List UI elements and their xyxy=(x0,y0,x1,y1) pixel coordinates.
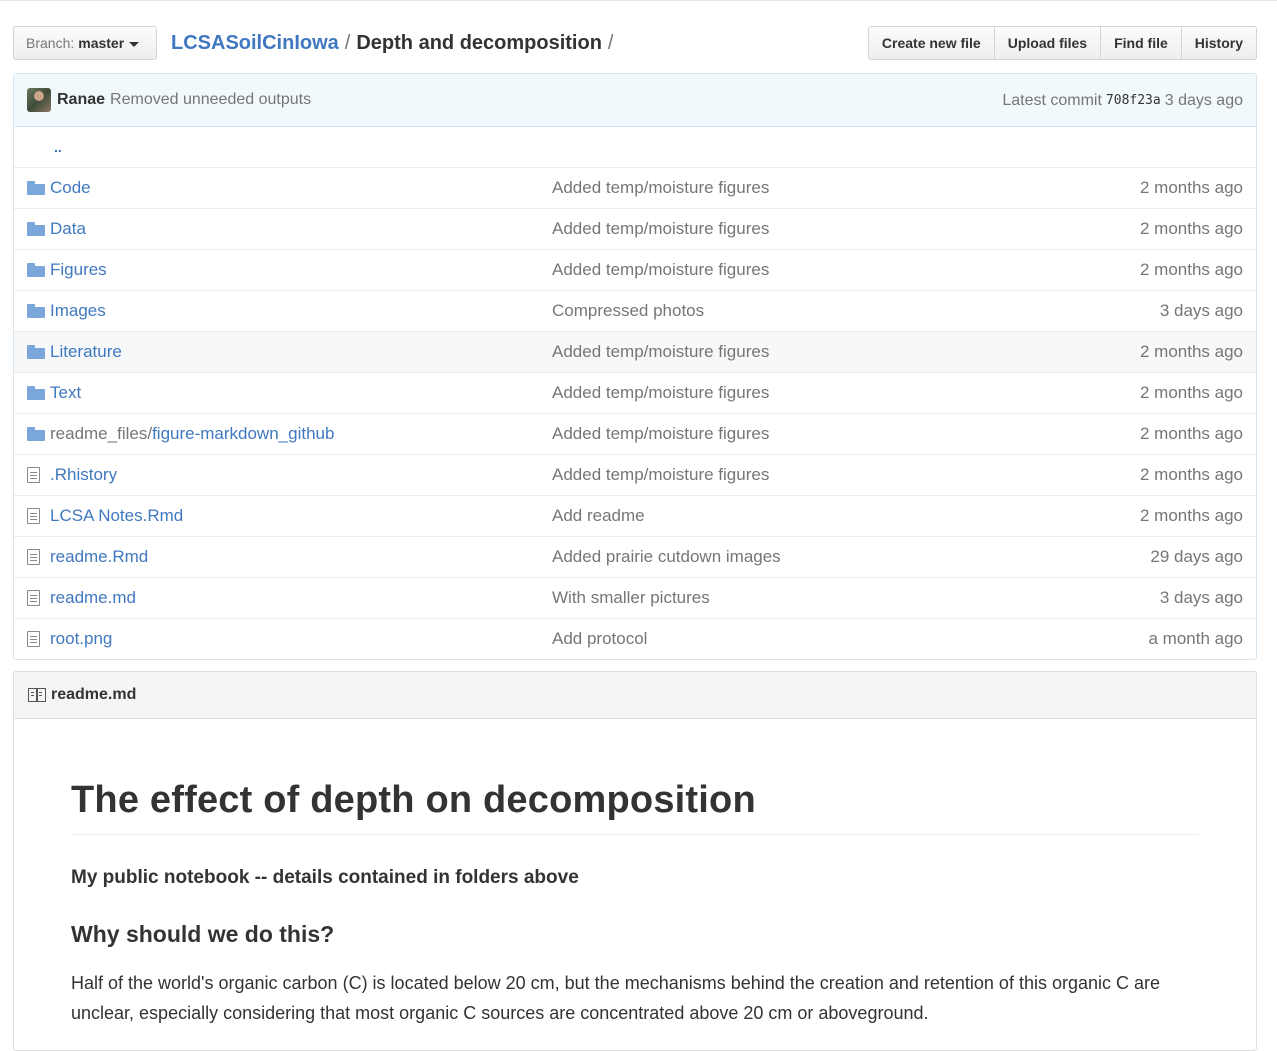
commit-message-link[interactable]: Add protocol xyxy=(552,618,1019,659)
breadcrumb: LCSASoilCinIowa / Depth and decomposition / xyxy=(171,30,619,56)
file-name-link[interactable]: LCSA Notes.Rmd xyxy=(50,506,183,525)
commit-message-link[interactable]: Added temp/moisture figures xyxy=(552,331,1019,372)
book-icon xyxy=(28,688,46,702)
readme-paragraph: Half of the world's organic carbon (C) i… xyxy=(71,973,1161,1023)
file-name-link[interactable]: Code xyxy=(50,178,91,197)
table-row[interactable]: LCSA Notes.Rmd Add readme 2 months ago xyxy=(14,495,1256,536)
readme-filename: readme.md xyxy=(51,686,137,703)
file-name-link[interactable]: .Rhistory xyxy=(50,465,117,484)
readme-panel: readme.md The effect of depth on decompo… xyxy=(13,671,1257,1051)
file-name-link[interactable]: readme.md xyxy=(50,588,136,607)
file-age: 29 days ago xyxy=(1150,546,1243,566)
folder-icon xyxy=(27,386,45,401)
files-table: .. Code Added temp/moisture figures 2 mont… xyxy=(14,127,1256,659)
file-navigation: Branch: master LCSASoilCinIowa / Depth and… xyxy=(13,26,1257,60)
find-file-button[interactable]: Find file xyxy=(1100,26,1182,60)
file-age: 2 months ago xyxy=(1139,382,1243,402)
file-age: 2 months ago xyxy=(1139,423,1243,443)
commit-message-link[interactable]: Compressed photos xyxy=(552,290,1019,331)
file-age: 3 days ago xyxy=(1159,587,1243,607)
folder-icon xyxy=(27,345,45,360)
commit-message-link[interactable]: With smaller pictures xyxy=(552,577,1019,618)
commit-message-link[interactable]: Add readme xyxy=(552,495,1019,536)
file-age: 2 months ago xyxy=(1139,505,1243,525)
branch-label: Branch: xyxy=(26,35,75,51)
commit-message-link[interactable]: Added temp/moisture figures xyxy=(552,372,1019,413)
file-age: 2 months ago xyxy=(1139,464,1243,484)
commit-meta: Latest commit 708f23a 3 days ago xyxy=(1002,74,1243,127)
file-name-link[interactable]: Literature xyxy=(50,342,122,361)
file-name-link[interactable]: readme.Rmd xyxy=(50,547,148,566)
avatar[interactable] xyxy=(27,88,51,112)
file-age: 2 months ago xyxy=(1139,259,1243,279)
table-row[interactable]: Code Added temp/moisture figures 2 months … xyxy=(14,167,1256,208)
commit-message-link[interactable]: Added temp/moisture figures xyxy=(552,249,1019,290)
top-divider xyxy=(0,0,1277,1)
commit-message-link[interactable]: Added temp/moisture figures xyxy=(552,208,1019,249)
file-age: 2 months ago xyxy=(1139,218,1243,238)
folder-icon xyxy=(27,427,45,442)
parent-dir-link[interactable]: .. xyxy=(14,139,62,155)
branch-value: master xyxy=(78,35,125,51)
file-name-prefix[interactable]: readme_files/ xyxy=(50,424,152,443)
table-row[interactable]: Literature Added temp/moisture figures 2 m… xyxy=(14,331,1256,372)
file-name-link[interactable]: figure-markdown_github xyxy=(152,424,334,443)
branch-select-button[interactable]: Branch: master xyxy=(13,26,157,60)
file-icon xyxy=(27,508,40,525)
latest-commit-bar: Ranae Removed unneeded outputs Latest co… xyxy=(14,74,1256,127)
upload-files-button[interactable]: Upload files xyxy=(993,26,1102,60)
table-row[interactable]: readme_files/figure-markdown_github Added… xyxy=(14,413,1256,454)
table-row[interactable]: Data Added temp/moisture figures 2 months … xyxy=(14,208,1256,249)
file-name-link[interactable]: Figures xyxy=(50,260,107,279)
commit-message-link[interactable]: Removed unneeded outputs xyxy=(110,91,311,109)
file-icon xyxy=(27,590,40,607)
caret-down-icon xyxy=(129,41,140,47)
readme-content: The effect of depth on decomposition My … xyxy=(14,779,1256,1028)
table-row[interactable]: Figures Added temp/moisture figures 2 mont… xyxy=(14,249,1256,290)
file-listing: Ranae Removed unneeded outputs Latest co… xyxy=(13,73,1257,660)
breadcrumb-current-dir: Depth and decomposition xyxy=(356,32,602,54)
file-icon xyxy=(27,467,40,484)
commit-author-link[interactable]: Ranae xyxy=(57,91,105,109)
file-age: 2 months ago xyxy=(1139,341,1243,361)
create-new-file-button[interactable]: Create new file xyxy=(867,26,995,60)
folder-icon xyxy=(27,304,45,319)
table-row[interactable]: readme.md With smaller pictures 3 days ago xyxy=(14,577,1256,618)
file-name-link[interactable]: root.png xyxy=(50,629,112,648)
table-row[interactable]: Images Compressed photos 3 days ago xyxy=(14,290,1256,331)
file-icon xyxy=(27,631,40,648)
readme-lead: My public notebook -- details contained … xyxy=(71,867,579,888)
file-age: 2 months ago xyxy=(1139,177,1243,197)
table-row[interactable]: root.png Add protocol a month ago xyxy=(14,618,1256,659)
commit-message-link[interactable]: Added temp/moisture figures xyxy=(552,167,1019,208)
table-row[interactable]: readme.Rmd Added prairie cutdown images 29… xyxy=(14,536,1256,577)
file-name-link[interactable]: Data xyxy=(50,219,86,238)
commit-sha-link[interactable]: 708f23a xyxy=(1106,93,1161,108)
file-name-link[interactable]: Text xyxy=(50,383,81,402)
commit-age: 3 days ago xyxy=(1164,91,1243,109)
file-actions-button-group: Create new file Upload files Find file H… xyxy=(867,26,1257,60)
folder-icon xyxy=(27,263,45,278)
file-name-link[interactable]: Images xyxy=(50,301,106,320)
readme-header: readme.md xyxy=(14,672,1256,719)
readme-heading: Why should we do this? xyxy=(71,921,335,947)
file-age: a month ago xyxy=(1148,628,1243,648)
table-row[interactable]: Text Added temp/moisture figures 2 months … xyxy=(14,372,1256,413)
file-age: 3 days ago xyxy=(1159,300,1243,320)
commit-message-link[interactable]: Added temp/moisture figures xyxy=(552,413,1019,454)
breadcrumb-repo-link[interactable]: LCSASoilCinIowa xyxy=(171,32,339,54)
readme-title: The effect of depth on decomposition xyxy=(71,779,1199,835)
commit-message-link[interactable]: Added prairie cutdown images xyxy=(552,536,1019,577)
folder-icon xyxy=(27,181,45,196)
folder-icon xyxy=(27,222,45,237)
table-row[interactable]: .Rhistory Added temp/moisture figures 2 mo… xyxy=(14,454,1256,495)
file-icon xyxy=(27,549,40,566)
breadcrumb-separator: / xyxy=(344,32,351,54)
history-button[interactable]: History xyxy=(1180,26,1257,60)
latest-commit-label: Latest commit xyxy=(1002,91,1102,109)
breadcrumb-trailing-separator: / xyxy=(607,32,614,54)
commit-message-link[interactable]: Added temp/moisture figures xyxy=(552,454,1019,495)
parent-dir-row: .. xyxy=(14,127,1256,167)
